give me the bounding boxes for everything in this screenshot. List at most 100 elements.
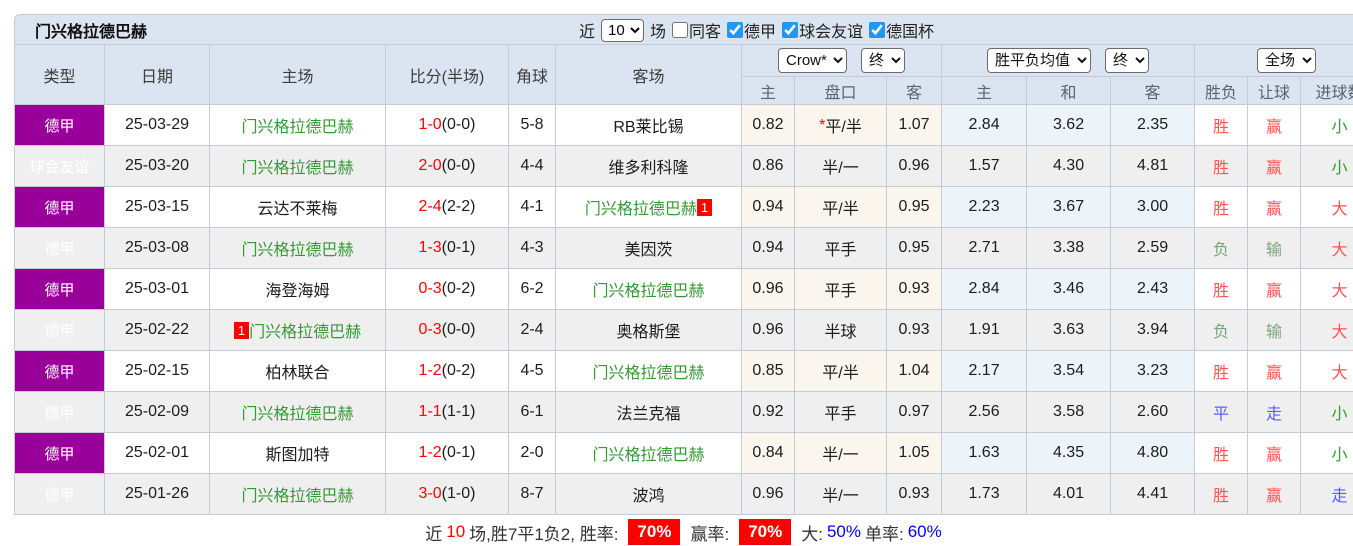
odds-away-cell: 0.93 <box>887 269 942 310</box>
handicap-win-label: 赢率: <box>690 520 729 545</box>
away-team-name: 奥格斯堡 <box>616 324 680 341</box>
date-cell: 25-01-26 <box>105 474 210 515</box>
half-score: (0-2) <box>442 280 476 297</box>
handicap-cell: *平/半 <box>795 105 887 146</box>
corners-cell: 6-2 <box>509 269 556 310</box>
handicap-result-cell: 输 <box>1248 228 1301 269</box>
avg-draw-cell: 3.38 <box>1027 228 1111 269</box>
odds-away-cell: 0.95 <box>887 187 942 228</box>
summary-bar: 近10场,胜7平1负2, 胜率: 70% 赢率: 70% 大:50% 单率:60… <box>14 515 1353 546</box>
handicap-value: 平/半 <box>822 201 858 218</box>
away-team-cell: 法兰克福 <box>556 392 742 433</box>
games-label: 场 <box>650 18 666 42</box>
single-rate: 60% <box>908 522 942 542</box>
date-cell: 25-02-09 <box>105 392 210 433</box>
handicap-value: 半/一 <box>822 160 858 177</box>
filter-dfb-pokal-checkbox[interactable] <box>869 22 885 38</box>
filter-club-friendly-checkbox[interactable] <box>782 22 798 38</box>
avg-draw-cell: 4.30 <box>1027 146 1111 187</box>
over-label: 大: <box>801 520 823 545</box>
home-team-name: 海登海姆 <box>265 283 329 300</box>
half-score: (0-0) <box>442 321 476 338</box>
date-cell: 25-02-22 <box>105 310 210 351</box>
handicap-value: 平/半 <box>822 365 858 382</box>
goals-result-cell: 大 <box>1301 228 1353 269</box>
sub-header-handicap-result: 让球 <box>1248 77 1301 105</box>
away-team-cell: 波鸿 <box>556 474 742 515</box>
away-team-cell: RB莱比锡 <box>556 105 742 146</box>
home-team-name: 柏林联合 <box>265 365 329 382</box>
corners-cell: 4-5 <box>509 351 556 392</box>
type-cell: 德甲 <box>15 228 105 269</box>
avg-draw-cell: 3.58 <box>1027 392 1111 433</box>
half-score: (0-2) <box>442 362 476 379</box>
sub-header-odds-away: 客 <box>887 77 942 105</box>
match-row: 德甲 25-03-01 海登海姆 0-3(0-2) 6-2 门兴格拉德巴赫 0.… <box>15 269 1353 310</box>
avg-select-group: 胜平负均值 终 <box>942 45 1195 77</box>
page: 门兴格拉德巴赫 近 10 场 同客 德甲 球会友谊 <box>0 0 1353 546</box>
wdl-result-cell: 平 <box>1195 392 1248 433</box>
wdl-result-cell: 胜 <box>1195 351 1248 392</box>
single-label: 单率: <box>865 520 904 545</box>
full-score: 1-3 <box>419 239 442 256</box>
score-cell: 0-3(0-0) <box>386 310 509 351</box>
handicap-cell: 平手 <box>795 392 887 433</box>
home-team-name: 门兴格拉德巴赫 <box>241 488 353 505</box>
full-score: 2-0 <box>419 157 442 174</box>
sub-header-avg-away: 客 <box>1111 77 1195 105</box>
handicap-value: 平手 <box>824 406 856 423</box>
away-team-name: RB莱比锡 <box>613 119 683 136</box>
handicap-value: 平手 <box>824 242 856 259</box>
home-team-name: 门兴格拉德巴赫 <box>241 119 353 136</box>
full-score: 2-4 <box>419 198 442 215</box>
home-team-cell: 门兴格拉德巴赫 <box>210 146 386 187</box>
handicap-result-cell: 赢 <box>1248 187 1301 228</box>
wdl-result-cell: 负 <box>1195 228 1248 269</box>
result-scope-select[interactable]: 全场 <box>1257 48 1316 73</box>
wdl-result-cell: 胜 <box>1195 187 1248 228</box>
odds-home-cell: 0.84 <box>742 433 795 474</box>
score-cell: 0-3(0-2) <box>386 269 509 310</box>
filter-club-friendly-label: 球会友谊 <box>799 18 863 42</box>
sub-header-goals: 进球数 <box>1301 77 1353 105</box>
recent-count-select[interactable]: 10 <box>601 19 644 42</box>
avg-final-select[interactable]: 终 <box>1105 48 1149 73</box>
avg-home-cell: 2.84 <box>942 105 1027 146</box>
home-team-cell: 海登海姆 <box>210 269 386 310</box>
date-cell: 25-03-20 <box>105 146 210 187</box>
full-score: 0-3 <box>419 280 442 297</box>
handicap-result-cell: 赢 <box>1248 105 1301 146</box>
away-team-cell: 奥格斯堡 <box>556 310 742 351</box>
handicap-win-rate-badge: 70% <box>739 519 791 545</box>
away-badge: 1 <box>697 199 712 216</box>
avg-draw-cell: 3.46 <box>1027 269 1111 310</box>
full-score: 0-3 <box>419 321 442 338</box>
wdl-result-cell: 胜 <box>1195 433 1248 474</box>
filter-bundesliga-label: 德甲 <box>744 18 776 42</box>
odds-final-select[interactable]: 终 <box>861 48 905 73</box>
filter-bundesliga-checkbox[interactable] <box>727 22 743 38</box>
team-title: 门兴格拉德巴赫 <box>15 18 147 42</box>
corners-cell: 4-1 <box>509 187 556 228</box>
handicap-cell: 半/一 <box>795 474 887 515</box>
odds-company-select[interactable]: Crow* <box>778 48 847 73</box>
handicap-value: 半/一 <box>822 447 858 464</box>
away-team-name: 门兴格拉德巴赫 <box>592 365 704 382</box>
match-row: 德甲 25-01-26 门兴格拉德巴赫 3-0(1-0) 8-7 波鸿 0.96… <box>15 474 1353 515</box>
avg-home-cell: 2.23 <box>942 187 1027 228</box>
title-bar: 门兴格拉德巴赫 近 10 场 同客 德甲 球会友谊 <box>14 14 1353 44</box>
home-team-cell: 门兴格拉德巴赫 <box>210 228 386 269</box>
avg-draw-cell: 3.54 <box>1027 351 1111 392</box>
avg-draw-cell: 3.63 <box>1027 310 1111 351</box>
away-team-name: 法兰克福 <box>616 406 680 423</box>
filter-dfb-pokal-label: 德国杯 <box>886 18 934 42</box>
corners-cell: 2-4 <box>509 310 556 351</box>
full-score: 3-0 <box>419 485 442 502</box>
away-team-cell: 门兴格拉德巴赫 <box>556 269 742 310</box>
away-team-name: 门兴格拉德巴赫 <box>592 447 704 464</box>
same-venue-checkbox[interactable] <box>672 22 688 38</box>
odds-home-cell: 0.96 <box>742 310 795 351</box>
corners-cell: 8-7 <box>509 474 556 515</box>
avg-odds-select[interactable]: 胜平负均值 <box>987 48 1091 73</box>
date-cell: 25-03-08 <box>105 228 210 269</box>
